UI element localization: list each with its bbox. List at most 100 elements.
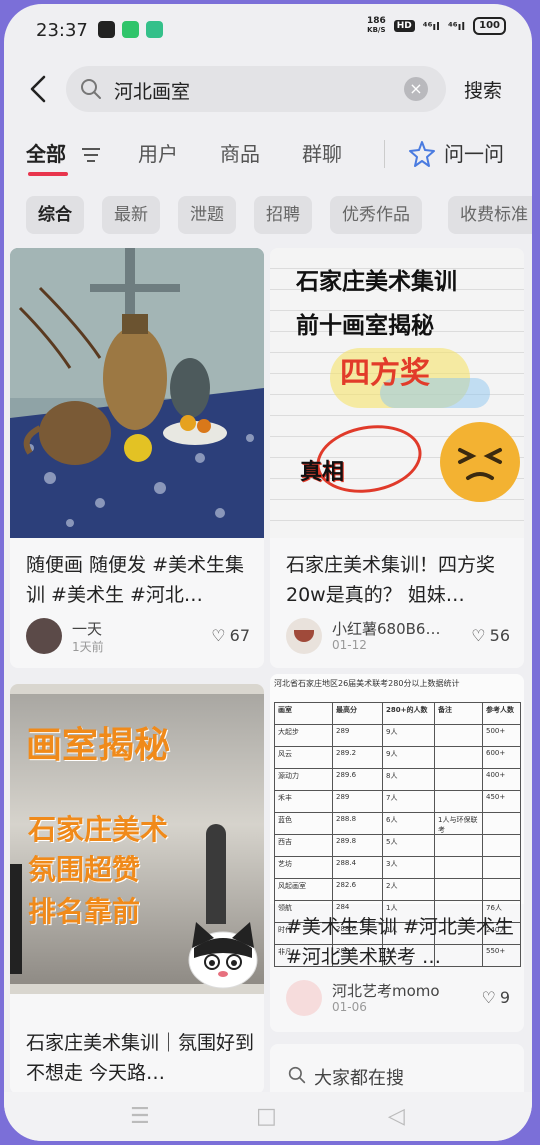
sheet-cell: 源动力 bbox=[275, 769, 333, 790]
like-count[interactable]: ♡ 67 bbox=[211, 626, 250, 645]
filter-icon[interactable] bbox=[80, 146, 102, 164]
author-name[interactable]: 河北艺考momo bbox=[332, 980, 440, 1001]
tab-all[interactable]: 全部 bbox=[26, 138, 66, 167]
sheet-cell: 风起画室 bbox=[275, 879, 333, 900]
like-count-value: 67 bbox=[229, 626, 250, 645]
note-card[interactable]: 画室揭秘 石家庄美术 氛围超赞 排名靠前 石家庄美术集训｜氛围好到不想走 今天路… bbox=[10, 684, 264, 1094]
back-icon[interactable]: ◁ bbox=[388, 1104, 405, 1129]
cover-line1: 石家庄美术集训 bbox=[296, 269, 457, 295]
post-date: 01-06 bbox=[332, 1000, 367, 1014]
note-card[interactable]: 河北省石家庄地区26届美术联考280分以上数据统计 画室 最高分 280+的人数 备注… bbox=[270, 674, 524, 1032]
status-bar: 23:37 186 KB/S HD ⁴⁶ıl ⁴⁶ıl 100 bbox=[4, 4, 532, 56]
sheet-cell bbox=[435, 857, 483, 878]
ai-star-icon[interactable] bbox=[408, 140, 436, 168]
chip-latest[interactable]: 最新 bbox=[102, 196, 160, 234]
author-name[interactable]: 小红薯680B6… bbox=[332, 618, 440, 639]
chip-excellent-works[interactable]: 优秀作品 bbox=[330, 196, 422, 234]
clear-icon[interactable]: × bbox=[404, 77, 428, 101]
author-name[interactable]: 一天 bbox=[72, 618, 102, 639]
note-card[interactable]: 石家庄美术集训 前十画室揭秘 四方奖 真相 石家庄美术集训！四方奖20w是真的？… bbox=[270, 248, 524, 668]
chip-fees[interactable]: 收费标准 bbox=[448, 196, 532, 234]
sheet-cell: 288.8 bbox=[333, 813, 383, 834]
sheet-row: 大起步 289 9人 500+ bbox=[275, 725, 521, 747]
filter-chips: 综合 最新 泄题 招聘 优秀作品 收费标准 bbox=[4, 194, 532, 238]
sheet-cell: 5人 bbox=[383, 835, 435, 856]
sheet-cell bbox=[483, 835, 521, 856]
sheet-cell: 500+ bbox=[483, 725, 521, 746]
card-meta: 河北艺考momo 01-06 ♡ 9 bbox=[286, 980, 510, 1020]
sheet-cell: 450+ bbox=[483, 791, 521, 812]
card-title: 石家庄美术集训！四方奖20w是真的？ 姐妹… bbox=[286, 554, 496, 606]
sheet-cell: 400+ bbox=[483, 769, 521, 790]
note-card[interactable]: 随便画 随便发 #美术生集训 #美术生 #河北… 一天 1天前 ♡ 67 bbox=[10, 248, 264, 668]
like-count[interactable]: ♡ 56 bbox=[471, 626, 510, 645]
sheet-cell: 2人 bbox=[383, 879, 435, 900]
back-arrow-icon[interactable] bbox=[24, 74, 54, 104]
system-nav-bar: ☰ □ ◁ bbox=[4, 1092, 532, 1141]
cat-sticker-icon bbox=[188, 922, 258, 989]
hd-badge: HD bbox=[393, 20, 415, 32]
sheet-cell: 282.6 bbox=[333, 879, 383, 900]
sheet-cell: 艺坊 bbox=[275, 857, 333, 878]
search-icon bbox=[81, 79, 101, 99]
sheet-row: 西吉 289.8 5人 bbox=[275, 835, 521, 857]
cover-line4: 排名靠前 bbox=[28, 895, 141, 928]
spreadsheet-image: 河北省石家庄地区26届美术联考280分以上数据统计 画室 最高分 280+的人数 备注… bbox=[270, 674, 524, 967]
chip-leak[interactable]: 泄题 bbox=[178, 196, 236, 234]
notification-app-icon bbox=[98, 21, 115, 38]
tab-ask[interactable]: 问一问 bbox=[444, 138, 504, 167]
sheet-cell: 大起步 bbox=[275, 725, 333, 746]
menu-icon[interactable]: ☰ bbox=[130, 1104, 150, 1129]
sheet-cell: 289.8 bbox=[333, 835, 383, 856]
sheet-row: 蓝色 288.8 6人 1人与环保联考 bbox=[275, 813, 521, 835]
tab-products[interactable]: 商品 bbox=[220, 138, 260, 167]
sheet-cell: 7人 bbox=[383, 791, 435, 812]
status-time: 23:37 bbox=[36, 20, 88, 41]
card-title: 石家庄美术集训｜氛围好到不想走 今天路… bbox=[26, 1032, 255, 1084]
phone-screen: 23:37 186 KB/S HD ⁴⁶ıl ⁴⁶ıl 100 河北画室 × 搜… bbox=[4, 4, 532, 1141]
sheet-cell bbox=[483, 857, 521, 878]
card-title: #美术生集训 #河北美术生 #河北美术联考 … bbox=[286, 916, 514, 968]
home-icon[interactable]: □ bbox=[256, 1104, 277, 1129]
post-date: 1天前 bbox=[72, 640, 104, 654]
search-button[interactable]: 搜索 bbox=[464, 76, 502, 103]
person-silhouette bbox=[10, 864, 22, 974]
tab-groups[interactable]: 群聊 bbox=[302, 138, 342, 167]
network-speed-unit: KB/S bbox=[367, 26, 386, 34]
cover-highlight: 四方奖 bbox=[340, 356, 430, 391]
sheet-cell: 3人 bbox=[383, 857, 435, 878]
avatar[interactable] bbox=[26, 618, 62, 654]
cover-circle-text: 真相 bbox=[300, 460, 345, 485]
chip-recruit[interactable]: 招聘 bbox=[254, 196, 312, 234]
heart-icon: ♡ bbox=[211, 626, 226, 645]
sheet-cell bbox=[435, 747, 483, 768]
still-life-painting-image bbox=[10, 248, 264, 538]
like-count-value: 9 bbox=[499, 988, 510, 1007]
sheet-cell: 蓝色 bbox=[275, 813, 333, 834]
like-count[interactable]: ♡ 9 bbox=[481, 988, 510, 1007]
cover-image: 画室揭秘 石家庄美术 氛围超赞 排名靠前 bbox=[10, 684, 264, 994]
card-meta: 小红薯680B6… 01-12 ♡ 56 bbox=[286, 618, 510, 658]
bowl-icon bbox=[294, 630, 314, 642]
sheet-cell: 600+ bbox=[483, 747, 521, 768]
sheet-cell bbox=[435, 835, 483, 856]
cover-image: 石家庄美术集训 前十画室揭秘 四方奖 真相 bbox=[270, 248, 524, 538]
tab-users[interactable]: 用户 bbox=[138, 138, 178, 167]
sheet-row: 风起画室 282.6 2人 bbox=[275, 879, 521, 901]
avatar[interactable] bbox=[286, 618, 322, 654]
cover-line1: 画室揭秘 bbox=[26, 725, 171, 766]
sheet-cell: 参考人数 bbox=[483, 703, 521, 724]
cover-line2: 前十画室揭秘 bbox=[296, 313, 434, 339]
search-input[interactable]: 河北画室 × bbox=[66, 66, 446, 112]
phone-app-icon bbox=[122, 21, 139, 38]
avatar[interactable] bbox=[286, 980, 322, 1016]
sheet-cell: 6人 bbox=[383, 813, 435, 834]
sheet-cell: 9人 bbox=[383, 725, 435, 746]
network-speed-value: 186 bbox=[366, 16, 386, 26]
chip-comprehensive[interactable]: 综合 bbox=[26, 196, 84, 234]
angry-face-emoji-icon bbox=[440, 422, 520, 502]
sheet-cell bbox=[435, 879, 483, 900]
cover-line3: 氛围超赞 bbox=[28, 853, 141, 886]
sheet-cell bbox=[435, 769, 483, 790]
sheet-row: 源动力 289.6 8人 400+ bbox=[275, 769, 521, 791]
